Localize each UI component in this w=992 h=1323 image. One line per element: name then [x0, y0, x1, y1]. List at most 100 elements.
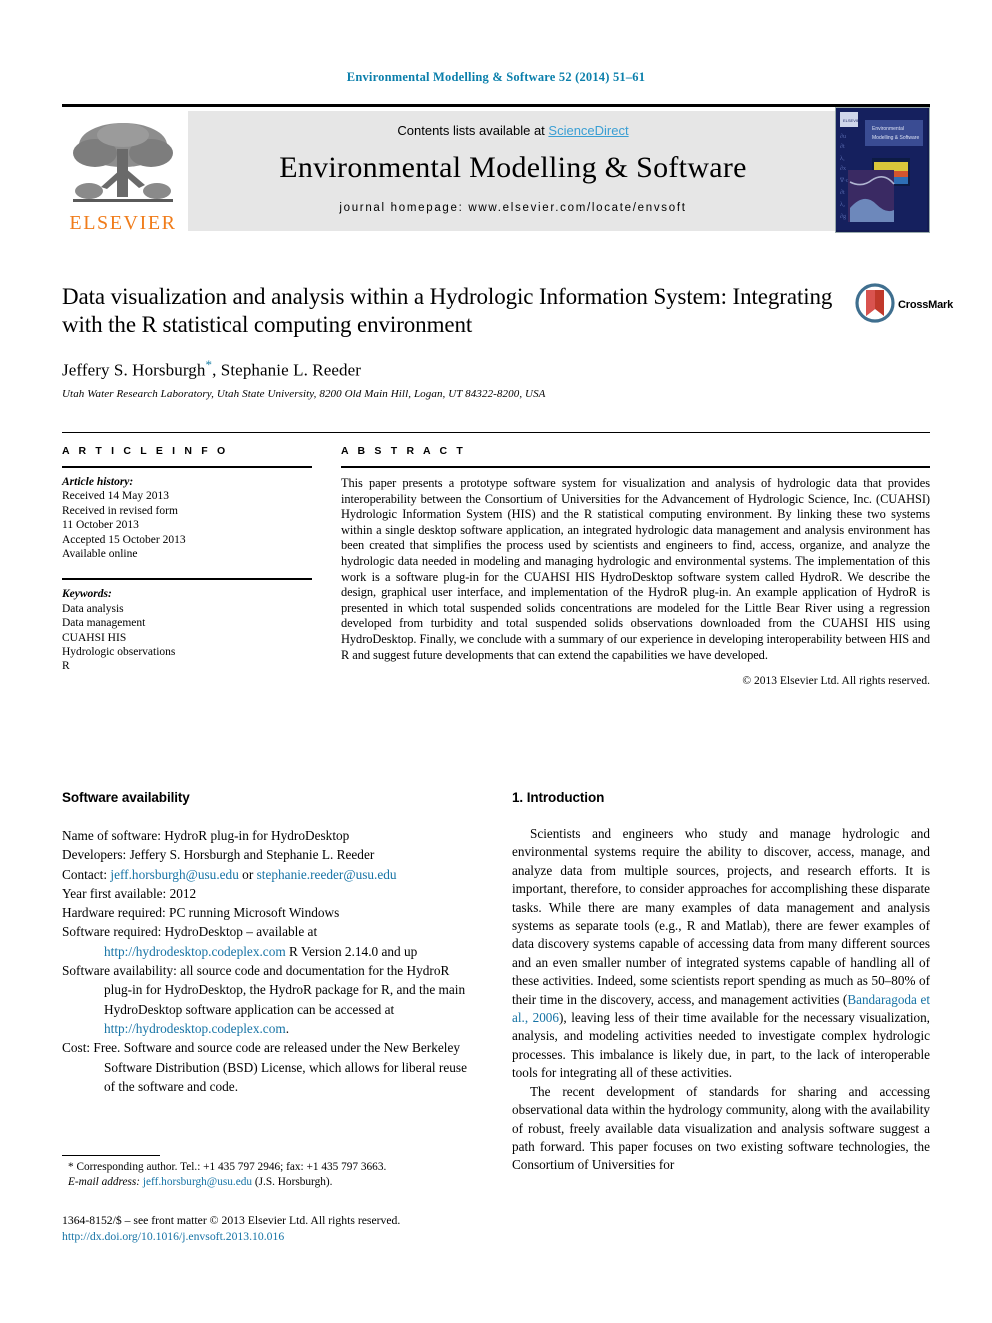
software-availability-heading: Software availability — [62, 790, 190, 805]
svg-text:Modelling & Software: Modelling & Software — [872, 135, 919, 141]
journal-homepage[interactable]: journal homepage: www.elsevier.com/locat… — [188, 202, 838, 214]
introduction-body: Scientists and engineers who study and m… — [512, 825, 930, 1175]
journal-title: Environmental Modelling & Software — [279, 151, 747, 184]
author-primary: Jeffery S. Horsburgh — [62, 360, 206, 380]
footnote-email-tail: (J.S. Horsburgh). — [252, 1176, 333, 1188]
sciencedirect-link[interactable]: ScienceDirect — [548, 123, 628, 138]
hydrodesktop-link-2[interactable]: http://hydrodesktop.codeplex.com — [104, 1021, 286, 1036]
avail-softreq-value: HydroDesktop – available at — [161, 924, 318, 940]
abstract-column: A B S T R A C T This paper presents a pr… — [341, 445, 930, 687]
avail-availability: Software availability: all source code a… — [62, 961, 477, 1038]
intro-p1-part-a: Scientists and engineers who study and m… — [512, 826, 930, 1007]
avail-contact: Contact: jeff.horsburgh@usu.edu or steph… — [62, 865, 477, 884]
svg-text:∂g: ∂g — [840, 213, 846, 220]
history-line-0: Received 14 May 2013 — [62, 490, 169, 503]
contact-email-2-link[interactable]: stephanie.reeder@usu.edu — [257, 867, 397, 882]
history-line-1: Received in revised form — [62, 504, 178, 517]
avail-cost-value: Free. Software and source code are relea… — [90, 1040, 467, 1094]
avail-year-value: 2012 — [166, 885, 197, 901]
history-line-2: 11 October 2013 — [62, 519, 139, 532]
crossmark-icon — [855, 282, 895, 328]
avail-cost: Cost: Free. Software and source code are… — [62, 1038, 477, 1096]
avail-softreq-label: Software required: — [62, 924, 162, 940]
introduction-heading: 1. Introduction — [512, 790, 605, 805]
section-divider-top — [62, 432, 930, 433]
svg-text:Environmental: Environmental — [872, 126, 904, 132]
footnote-email-link[interactable]: jeff.horsburgh@usu.edu — [143, 1176, 252, 1188]
avail-name-value: HydroR plug-in for HydroDesktop — [160, 828, 350, 843]
keyword-1: Data management — [62, 617, 146, 630]
contents-line: Contents lists available at ScienceDirec… — [188, 111, 838, 138]
history-line-3: Accepted 15 October 2013 — [62, 533, 186, 546]
crossmark-label: CrossMark — [898, 299, 954, 311]
elsevier-wordmark: ELSEVIER — [69, 212, 177, 234]
avail-softreq-tail: R Version 2.14.0 and up — [285, 943, 418, 959]
abstract-text: This paper presents a prototype software… — [341, 476, 930, 662]
keywords-list: Keywords: Data analysis Data management … — [62, 587, 312, 673]
hydrodesktop-link-1[interactable]: http://hydrodesktop.codeplex.com — [104, 944, 286, 959]
issn-line: 1364-8152/$ – see front matter © 2013 El… — [62, 1214, 401, 1227]
abstract-copyright: © 2013 Elsevier Ltd. All rights reserved… — [742, 675, 930, 688]
paper-page: Environmental Modelling & Software 52 (2… — [0, 0, 992, 1323]
footnote-block: * Corresponding author. Tel.: +1 435 797… — [62, 1160, 482, 1190]
abstract-heading: A B S T R A C T — [341, 445, 466, 457]
contents-prefix: Contents lists available at — [397, 123, 549, 138]
svg-text:∂t: ∂t — [840, 143, 845, 150]
crossmark-badge[interactable]: CrossMark — [855, 280, 953, 330]
software-availability-list: Name of software: HydroR plug-in for Hyd… — [62, 826, 477, 1096]
elsevier-logo: ELSEVIER — [62, 111, 184, 233]
avail-hardware-label: Hardware required: — [62, 905, 166, 921]
page-title: Data visualization and analysis within a… — [62, 284, 833, 337]
keyword-0: Data analysis — [62, 602, 124, 615]
doi-link[interactable]: http://dx.doi.org/10.1016/j.envsoft.2013… — [62, 1230, 284, 1243]
avail-availability-tail: . — [285, 1020, 290, 1036]
avail-availability-label: Software availability: — [62, 963, 177, 979]
history-line-4: Available online — [62, 548, 138, 561]
author-affiliation: Utah Water Research Laboratory, Utah Sta… — [62, 387, 546, 400]
keywords-block: Keywords: Data analysis Data management … — [62, 578, 312, 673]
svg-text:λ₂: λ₂ — [840, 202, 845, 208]
avail-developers-label: Developers: — [62, 847, 127, 863]
article-info-column: A R T I C L E I N F O Article history: R… — [62, 445, 312, 674]
introduction-column: 1. Introduction Scientists and engineers… — [512, 790, 930, 1175]
running-head: Environmental Modelling & Software 52 (2… — [346, 70, 646, 84]
journal-cover-thumbnail: ELSEVIER Environmental Modelling & Softw… — [835, 107, 930, 233]
contact-email-1-link[interactable]: jeff.horsburgh@usu.edu — [110, 867, 238, 882]
software-availability-column: Software availability Name of software: … — [62, 790, 477, 1096]
avail-contact-label: Contact: — [62, 866, 108, 882]
avail-software-required: Software required: HydroDesktop – availa… — [62, 922, 477, 961]
article-history-label: Article history: — [62, 476, 134, 488]
contact-or: or — [238, 866, 257, 882]
keyword-3: Hydrologic observations — [62, 646, 176, 659]
article-history: Article history: Received 14 May 2013 Re… — [62, 475, 312, 561]
svg-text:∂x: ∂x — [840, 165, 846, 172]
svg-text:∂t: ∂t — [840, 189, 845, 196]
article-info-heading: A R T I C L E I N F O — [62, 445, 229, 457]
intro-p1-part-b: ), leaving less of their time available … — [512, 1010, 930, 1081]
keywords-rule — [62, 578, 312, 581]
author-list: Jeffery S. Horsburgh*, Stephanie L. Reed… — [62, 357, 852, 381]
avail-year: Year first available: 2012 — [62, 884, 477, 903]
intro-paragraph-2: The recent development of standards for … — [512, 1083, 930, 1173]
avail-hardware: Hardware required: PC running Microsoft … — [62, 903, 477, 922]
keyword-4: R — [62, 660, 70, 673]
keywords-label: Keywords: — [62, 588, 112, 601]
article-info-rule — [62, 466, 312, 468]
avail-year-label: Year first available: — [62, 885, 167, 901]
email-address-note: E-mail address: jeff.horsburgh@usu.edu (… — [62, 1175, 482, 1190]
masthead-banner: Contents lists available at ScienceDirec… — [188, 111, 838, 231]
avail-developers-value: Jeffery S. Horsburgh and Stephanie L. Re… — [126, 847, 375, 863]
avail-developers: Developers: Jeffery S. Horsburgh and Ste… — [62, 845, 477, 864]
avail-name: Name of software: HydroR plug-in for Hyd… — [62, 826, 477, 845]
footnote-divider — [62, 1155, 160, 1156]
svg-text:λ₁: λ₁ — [840, 156, 845, 162]
author-secondary: , Stephanie L. Reeder — [212, 360, 362, 380]
svg-text:∂u: ∂u — [840, 133, 846, 140]
abstract-rule — [341, 466, 930, 468]
email-address-label: E-mail address: — [68, 1176, 141, 1188]
svg-text:ELSEVIER: ELSEVIER — [843, 118, 863, 123]
corresponding-author-note: * Corresponding author. Tel.: +1 435 797… — [68, 1161, 387, 1173]
journal-masthead: ELSEVIER Contents lists available at Sci… — [62, 104, 930, 235]
issn-block: 1364-8152/$ – see front matter © 2013 El… — [62, 1213, 522, 1244]
avail-hardware-value: PC running Microsoft Windows — [165, 905, 340, 921]
